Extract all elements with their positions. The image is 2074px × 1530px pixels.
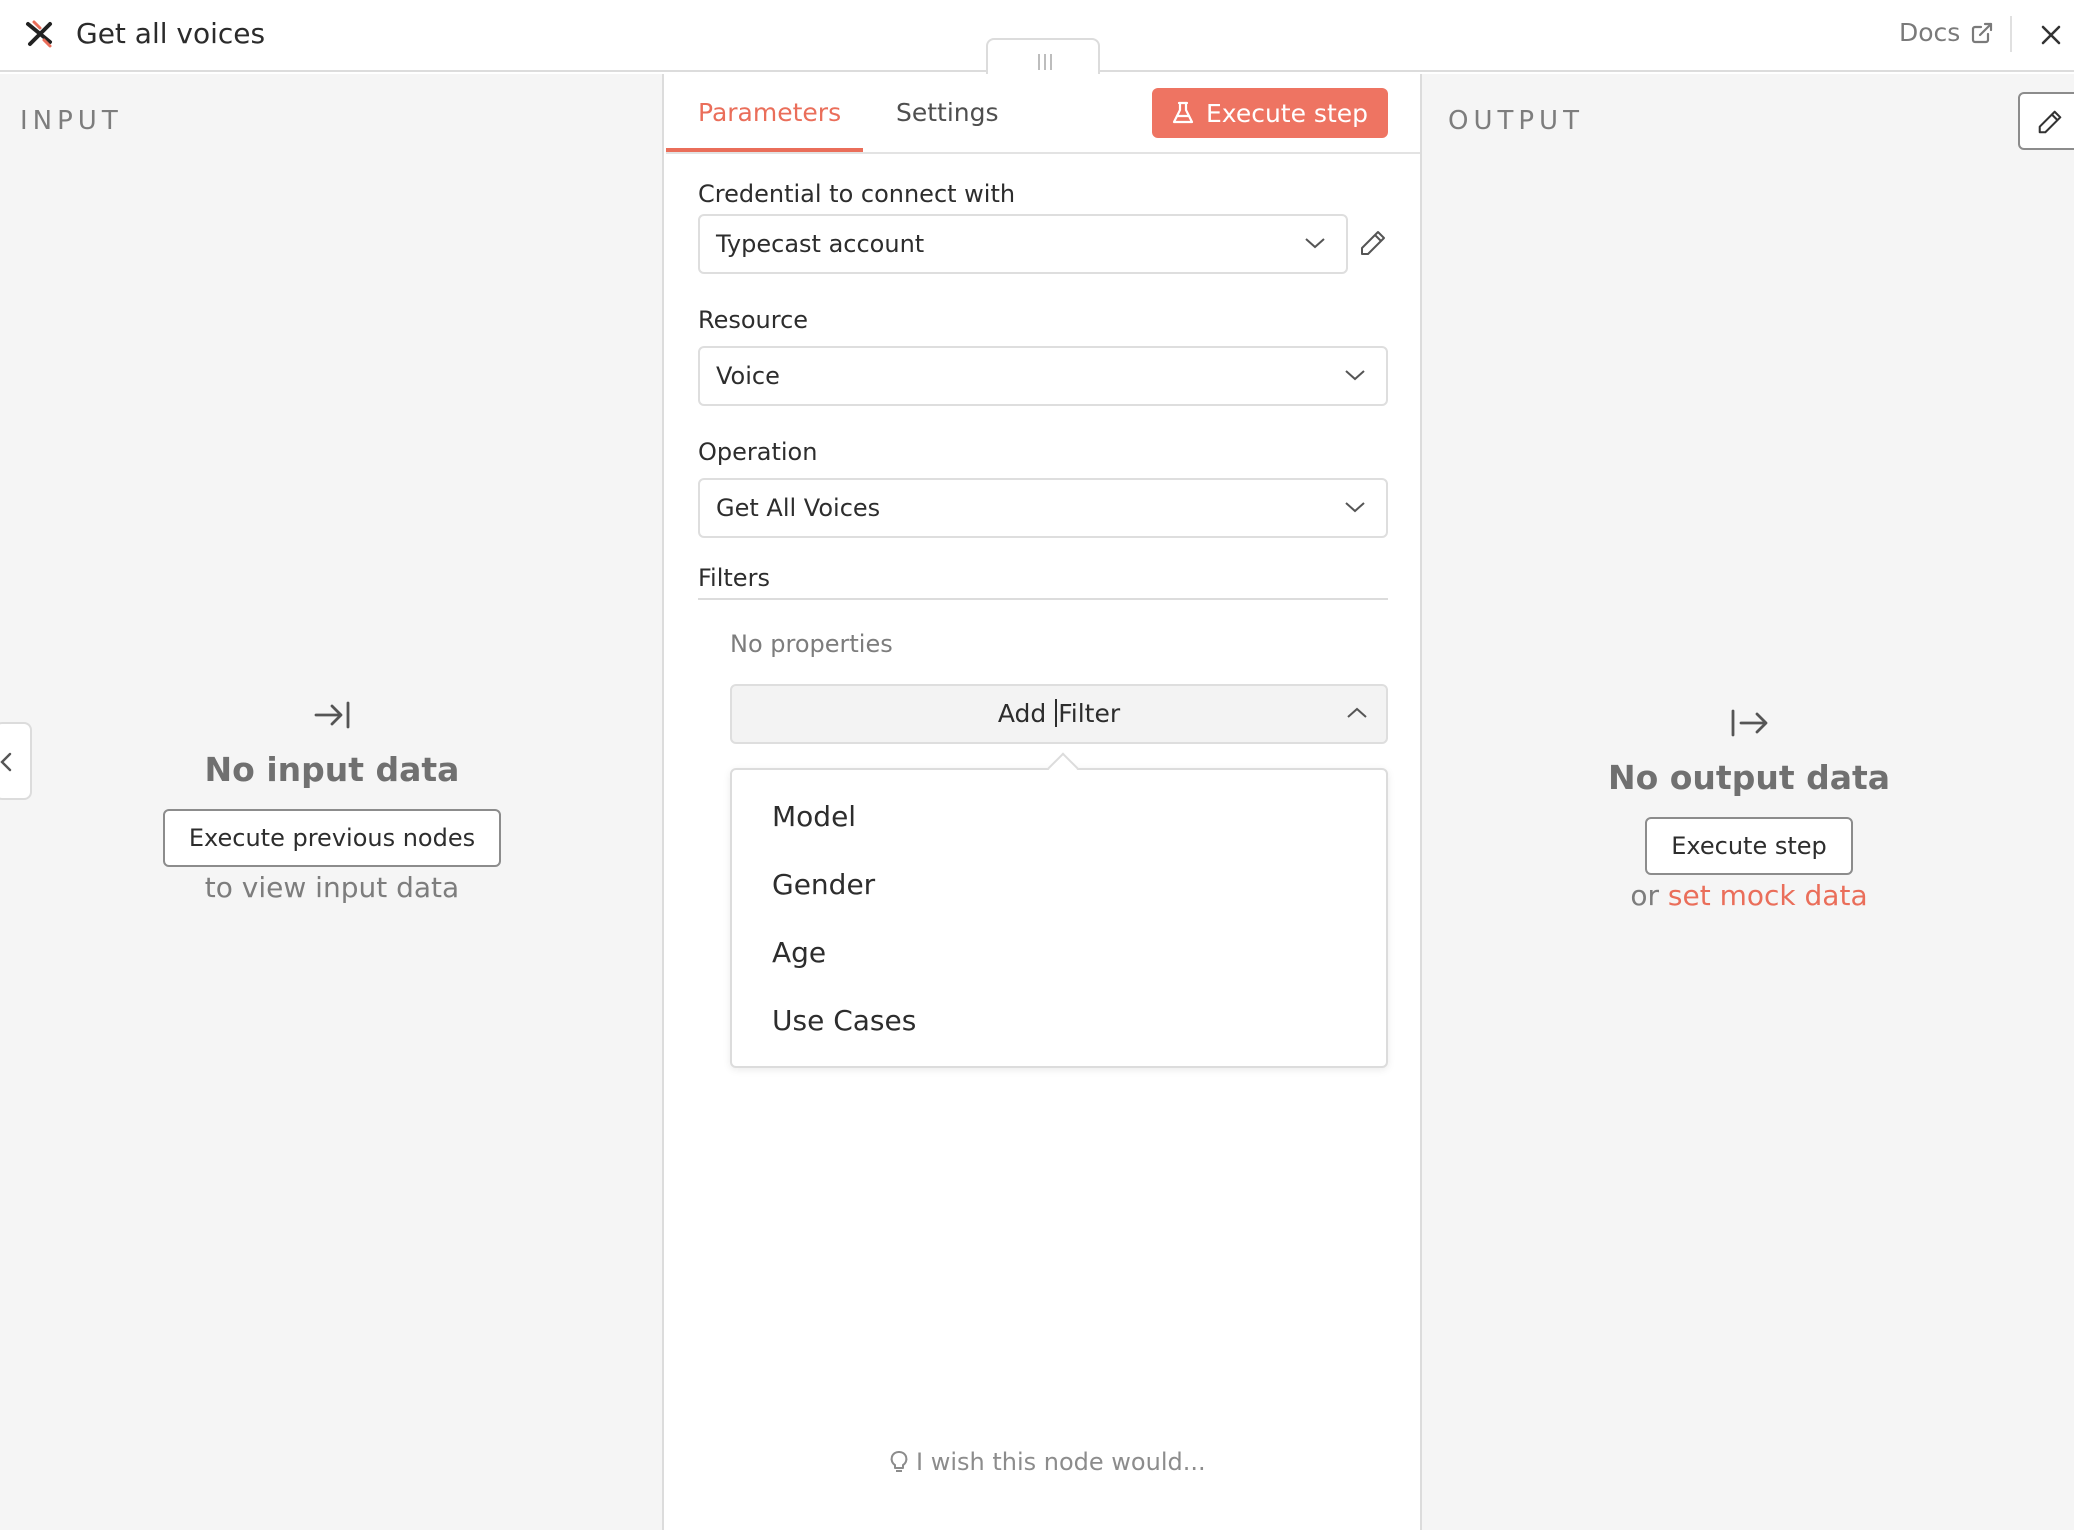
- input-empty-state: No input data Execute previous nodes to …: [0, 698, 664, 904]
- input-empty-subtext: to view input data: [204, 871, 460, 904]
- add-filter-label-end: Filter: [1058, 699, 1121, 728]
- filter-option-model[interactable]: Model: [772, 800, 856, 833]
- output-empty-state: No output data Execute step or set mock …: [1422, 706, 2074, 912]
- input-panel: INPUT No input data Execute previous nod…: [0, 74, 664, 1530]
- execute-step-button[interactable]: Execute step: [1152, 88, 1388, 138]
- or-text: or: [1630, 879, 1668, 912]
- arrow-right-to-bar-icon: [314, 701, 350, 729]
- filter-option-use-cases[interactable]: Use Cases: [772, 1004, 916, 1037]
- close-icon[interactable]: [2036, 20, 2066, 50]
- input-empty-title: No input data: [204, 750, 460, 789]
- output-empty-subtext: or set mock data: [1422, 879, 2074, 912]
- no-properties-text: No properties: [730, 630, 893, 658]
- tab-parameters[interactable]: Parameters: [698, 98, 841, 127]
- add-filter-button[interactable]: Add Filter: [730, 684, 1388, 744]
- parameter-tabs: Parameters Settings Execute step: [666, 74, 1420, 154]
- chevron-down-icon: [1345, 370, 1365, 381]
- resource-value: Voice: [716, 362, 780, 390]
- arrow-right-from-bar-icon: [1731, 709, 1768, 737]
- feedback-link[interactable]: I wish this node would...: [890, 1448, 1206, 1476]
- resource-label: Resource: [698, 306, 809, 334]
- dropdown-pointer: [1047, 752, 1079, 784]
- docs-label: Docs: [1899, 18, 1961, 47]
- chevron-up-icon: [1347, 707, 1367, 718]
- operation-value: Get All Voices: [716, 494, 881, 522]
- drag-handle[interactable]: [986, 38, 1100, 74]
- resource-select[interactable]: Voice: [698, 346, 1388, 406]
- edit-output-button[interactable]: [2018, 92, 2074, 150]
- input-panel-label: INPUT: [20, 106, 123, 136]
- operation-label: Operation: [698, 438, 818, 466]
- add-filter-label-start: Add: [997, 699, 1055, 728]
- header-divider: [2010, 16, 2012, 52]
- execute-step-label: Execute step: [1206, 98, 1368, 128]
- operation-select[interactable]: Get All Voices: [698, 478, 1388, 538]
- chevron-down-icon: [1345, 502, 1365, 513]
- set-mock-data-link[interactable]: set mock data: [1668, 879, 1868, 912]
- filter-option-gender[interactable]: Gender: [772, 868, 875, 901]
- filters-divider: [698, 598, 1388, 600]
- output-execute-step-button[interactable]: Execute step: [1645, 817, 1853, 875]
- output-empty-title: No output data: [1607, 758, 1891, 797]
- node-logo-icon: [26, 20, 52, 48]
- output-panel-label: OUTPUT: [1448, 106, 1584, 136]
- pencil-icon: [2038, 110, 2062, 134]
- edit-credential-pencil-icon[interactable]: [1358, 228, 1388, 258]
- external-link-icon: [1972, 22, 1993, 43]
- filters-label: Filters: [698, 564, 770, 592]
- credential-value: Typecast account: [716, 230, 925, 258]
- docs-link[interactable]: Docs: [1899, 18, 1994, 47]
- filter-option-age[interactable]: Age: [772, 936, 826, 969]
- parameters-panel: Parameters Settings Execute step Credent…: [666, 74, 1420, 1530]
- credential-label: Credential to connect with: [698, 180, 1016, 208]
- execute-previous-nodes-button[interactable]: Execute previous nodes: [162, 809, 502, 867]
- output-panel: OUTPUT No output data Execute step or se…: [1420, 74, 2074, 1530]
- lightbulb-icon: [890, 1451, 908, 1472]
- feedback-text: I wish this node would...: [916, 1448, 1206, 1476]
- node-title[interactable]: Get all voices: [76, 17, 265, 50]
- credential-select[interactable]: Typecast account: [698, 214, 1348, 274]
- flask-icon: [1172, 101, 1194, 124]
- tab-settings[interactable]: Settings: [896, 98, 999, 127]
- chevron-down-icon: [1305, 238, 1325, 249]
- filter-options-dropdown: Model Gender Age Use Cases: [730, 752, 1388, 1068]
- active-tab-indicator: [666, 148, 863, 152]
- text-cursor: [1055, 699, 1058, 727]
